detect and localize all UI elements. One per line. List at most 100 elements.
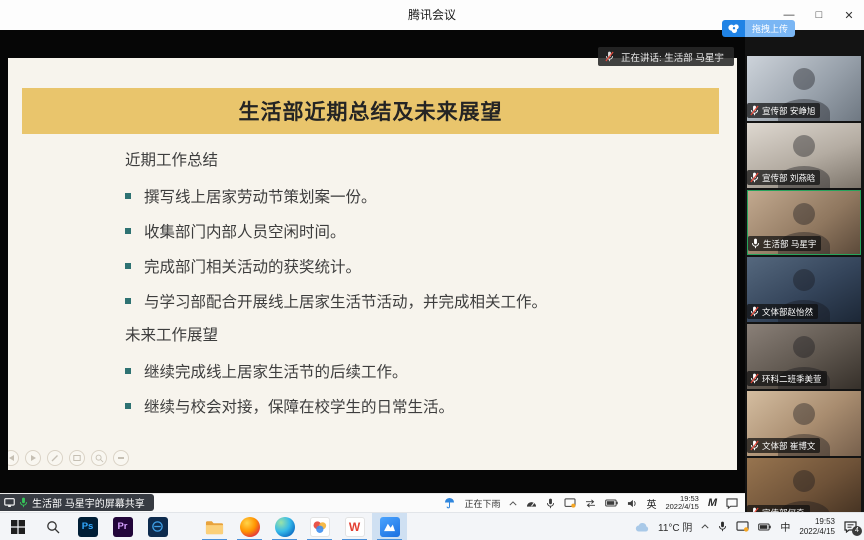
participant-tile[interactable]: 文体部赵怡然 xyxy=(747,257,861,322)
slideshow-ghost-toolbar xyxy=(12,450,129,466)
bullet-item: 撰写线上居家劳动节策划案一份。 xyxy=(125,185,713,207)
chat-icon xyxy=(726,498,738,509)
tri-circle-cloud-icon xyxy=(722,20,745,37)
screenshare-region: 生活部近期总结及未来展望 近期工作总结 撰写线上居家劳动节策划案一份。 收集部门… xyxy=(0,30,745,512)
muted-mic-icon xyxy=(750,440,759,451)
weather-label: 正在下雨 xyxy=(464,497,500,510)
hidden-icons-chevron xyxy=(509,501,517,506)
more-icon xyxy=(113,450,129,466)
taskbar-app-wps[interactable]: W xyxy=(337,513,372,540)
taskbar-app-premiere[interactable]: Pr xyxy=(105,513,140,540)
taskbar-app-firefox[interactable] xyxy=(232,513,267,540)
participant-name-tag: 宣传部 刘燕晗 xyxy=(747,170,820,185)
search-button[interactable] xyxy=(35,513,70,540)
participant-tile[interactable]: 宣传部 安峥旭 xyxy=(747,56,861,121)
mic-icon xyxy=(546,498,555,509)
tri-circle-app-icon xyxy=(310,517,330,537)
shared-date: 2022/4/15 xyxy=(665,503,698,512)
participant-name-tag: 宣传部何奇 xyxy=(747,505,810,512)
folder-icon xyxy=(205,519,224,535)
presentation-slide: 生活部近期总结及未来展望 近期工作总结 撰写线上居家劳动节策划案一份。 收集部门… xyxy=(8,58,737,470)
muted-mic-icon xyxy=(605,51,614,62)
windows-taskbar: Ps Pr W 11°C 阴 中 19:53 2022/4/15 xyxy=(0,512,864,540)
participant-tile[interactable]: 环科二班季美萱 xyxy=(747,324,861,389)
bullet-item: 继续完成线上居家生活节的后续工作。 xyxy=(125,360,713,382)
participant-name: 宣传部 刘燕晗 xyxy=(762,172,815,184)
monitor-icon xyxy=(4,498,15,508)
taskbar-app-edge[interactable] xyxy=(267,513,302,540)
gauge-icon xyxy=(526,498,537,508)
bullet-item: 继续与校会对接，保障在校学生的日常生活。 xyxy=(125,395,713,417)
tencent-meeting-window: 腾讯会议 — □ ✕ 生活部近期总结及未来展望 近期工作总结 撰写线上居家劳动节… xyxy=(0,0,864,540)
muted-mic-icon xyxy=(750,172,759,183)
battery-icon xyxy=(605,499,618,507)
taskbar-app-tricircle[interactable] xyxy=(302,513,337,540)
premiere-icon: Pr xyxy=(113,517,133,537)
windows-logo-icon xyxy=(11,520,25,534)
weather-button[interactable]: 11°C 阴 xyxy=(658,519,692,534)
taskbar-app-circle[interactable] xyxy=(140,513,175,540)
bullet-item: 与学习部配合开展线上居家生活节活动，并完成相关工作。 xyxy=(125,290,713,312)
display-icon xyxy=(69,450,85,466)
taskbar-app-file-explorer[interactable] xyxy=(197,513,232,540)
participants-sidebar: 宣传部 安峥旭 宣传部 刘燕晗 生活部 马星宇 文体部赵怡然 xyxy=(745,30,864,512)
bullet-square-icon xyxy=(125,368,131,374)
participant-name: 宣传部 安峥旭 xyxy=(762,105,815,117)
cloud-icon xyxy=(635,522,649,532)
pen-icon xyxy=(47,450,63,466)
ime-indicator: 英 xyxy=(646,496,656,511)
slide-content: 近期工作总结 撰写线上居家劳动节策划案一份。 收集部门内部人员空闲时间。 完成部… xyxy=(125,150,713,430)
participant-name: 宣传部何奇 xyxy=(762,507,805,513)
speaking-toast: 正在讲话: 生活部 马星宇 xyxy=(598,47,734,66)
umbrella-icon xyxy=(444,497,455,509)
muted-mic-icon xyxy=(750,373,759,384)
participant-name: 文体部 崔博文 xyxy=(762,440,815,452)
firefox-icon xyxy=(240,517,260,537)
clock-button[interactable]: 19:53 2022/4/15 xyxy=(799,517,835,536)
system-tray: 11°C 阴 中 19:53 2022/4/15 4 xyxy=(635,513,864,540)
magnifier-icon xyxy=(91,450,107,466)
bullet-item: 完成部门相关活动的获奖统计。 xyxy=(125,255,713,277)
taskbar-app-tencent-meeting[interactable] xyxy=(372,513,407,540)
bullet-square-icon xyxy=(125,228,131,234)
slide-title: 生活部近期总结及未来展望 xyxy=(239,96,503,126)
shared-clock: 19:53 2022/4/15 xyxy=(665,495,698,512)
participant-tile[interactable]: 宣传部何奇 xyxy=(747,458,861,512)
search-icon xyxy=(46,520,60,534)
wps-icon: W xyxy=(345,517,365,537)
m-logo-icon: M xyxy=(708,497,717,509)
close-button[interactable]: ✕ xyxy=(834,0,864,30)
section-heading: 近期工作总结 xyxy=(125,150,713,172)
participant-name-tag: 文体部赵怡然 xyxy=(747,304,818,319)
previous-slide-icon xyxy=(8,450,19,466)
taskbar-app-photoshop[interactable]: Ps xyxy=(70,513,105,540)
participant-name-tag: 宣传部 安峥旭 xyxy=(747,103,820,118)
play-icon xyxy=(25,450,41,466)
sync-arrows-icon xyxy=(585,499,596,508)
participant-name-tag: 环科二班季美萱 xyxy=(747,371,827,386)
share-banner-text: 生活部 马星宇的屏幕共享 xyxy=(32,495,145,510)
upload-button[interactable]: 拖拽上传 xyxy=(722,20,795,37)
participant-name: 生活部 马星宇 xyxy=(763,238,816,250)
screencast-icon xyxy=(564,498,576,508)
bullet-item: 收集部门内部人员空闲时间。 xyxy=(125,220,713,242)
start-button[interactable] xyxy=(0,513,35,540)
bullet-square-icon xyxy=(125,298,131,304)
participant-video xyxy=(747,458,861,512)
battery-icon[interactable] xyxy=(758,523,771,531)
participant-name-tag: 文体部 崔博文 xyxy=(747,438,820,453)
screencast-icon[interactable] xyxy=(736,521,749,532)
participant-tile[interactable]: 文体部 崔博文 xyxy=(747,391,861,456)
ime-indicator[interactable]: 中 xyxy=(780,519,790,534)
participant-tile[interactable]: 宣传部 刘燕晗 xyxy=(747,123,861,188)
muted-mic-icon xyxy=(750,306,759,317)
active-mic-icon xyxy=(751,238,760,249)
hidden-icons-chevron[interactable] xyxy=(701,524,709,529)
notification-button[interactable]: 4 xyxy=(844,521,857,533)
speaking-toast-text: 正在讲话: 生活部 马星宇 xyxy=(621,50,724,64)
active-mic-icon xyxy=(19,497,28,508)
mic-icon[interactable] xyxy=(718,521,727,532)
participant-tile-speaking[interactable]: 生活部 马星宇 xyxy=(747,190,861,255)
participant-name: 文体部赵怡然 xyxy=(762,306,813,318)
maximize-button[interactable]: □ xyxy=(804,0,834,30)
